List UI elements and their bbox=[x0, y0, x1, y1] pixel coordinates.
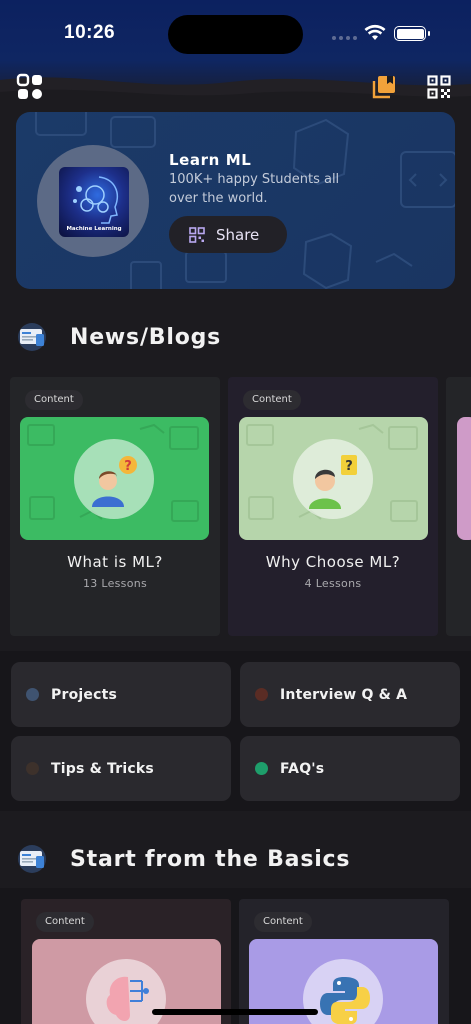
faqs-label: FAQ's bbox=[280, 760, 325, 777]
projects-link[interactable]: Projects bbox=[11, 662, 231, 727]
faqs-dot-icon bbox=[255, 762, 268, 775]
basics-section-header: Start from the Basics bbox=[16, 842, 350, 876]
tips-dot-icon bbox=[26, 762, 39, 775]
svg-text:?: ? bbox=[124, 459, 132, 474]
news-card-title: Why Choose ML? bbox=[265, 553, 401, 571]
news-card[interactable]: Content ? Why Choose ML? 4 Lessons bbox=[228, 377, 438, 636]
course-logo-caption: Machine Learning bbox=[66, 226, 122, 232]
python-logo-icon bbox=[320, 977, 370, 1024]
bookmarks-button[interactable] bbox=[367, 70, 401, 104]
news-card-lessons: 13 Lessons bbox=[82, 577, 148, 590]
interview-dot-icon bbox=[255, 688, 268, 701]
interview-qa-link[interactable]: Interview Q & A bbox=[240, 662, 460, 727]
dynamic-island bbox=[168, 15, 303, 54]
content-chip: Content bbox=[243, 390, 301, 410]
content-chip: Content bbox=[36, 912, 94, 932]
news-card-thumbnail: ? bbox=[20, 417, 209, 540]
projects-dot-icon bbox=[26, 688, 39, 701]
projects-label: Projects bbox=[51, 686, 118, 703]
content-chip: Content bbox=[254, 912, 312, 932]
news-card-partial[interactable] bbox=[446, 377, 471, 636]
tips-tricks-label: Tips & Tricks bbox=[51, 760, 154, 777]
basics-section-icon bbox=[18, 845, 46, 873]
tips-tricks-link[interactable]: Tips & Tricks bbox=[11, 736, 231, 801]
signal-icon bbox=[332, 36, 357, 40]
confused-person-icon: ? bbox=[309, 455, 357, 509]
news-section-header: News/Blogs bbox=[16, 320, 221, 354]
basics-card[interactable]: Content bbox=[21, 899, 231, 1024]
bookmark-stack-icon bbox=[372, 76, 395, 99]
svg-text:?: ? bbox=[345, 459, 353, 474]
news-section-title: News/Blogs bbox=[70, 324, 222, 350]
home-indicator bbox=[152, 1009, 318, 1015]
apps-menu-button[interactable] bbox=[13, 70, 47, 104]
battery-icon bbox=[394, 26, 430, 41]
course-title: Learn ML bbox=[169, 151, 252, 169]
news-section-icon bbox=[18, 323, 46, 351]
news-card-lessons: 4 Lessons bbox=[304, 577, 362, 590]
basics-section-title: Start from the Basics bbox=[70, 846, 351, 872]
interview-qa-label: Interview Q & A bbox=[280, 686, 408, 703]
course-hero-card[interactable]: Machine Learning Learn ML 100K+ happy St… bbox=[16, 112, 455, 289]
ai-brain-icon bbox=[106, 976, 149, 1021]
news-card[interactable]: Content ? What is ML? 13 Lessons bbox=[10, 377, 220, 636]
share-button[interactable]: Share bbox=[169, 216, 287, 253]
student-question-icon: ? bbox=[92, 456, 137, 507]
grid-apps-icon bbox=[16, 73, 42, 99]
faqs-link[interactable]: FAQ's bbox=[240, 736, 460, 801]
news-card-thumbnail bbox=[457, 417, 471, 540]
basics-card[interactable]: Content bbox=[239, 899, 449, 1024]
course-subtitle: 100K+ happy Students all over the world. bbox=[169, 172, 340, 206]
news-card-title: What is ML? bbox=[67, 553, 163, 571]
content-chip: Content bbox=[25, 390, 83, 410]
qr-share-icon bbox=[189, 226, 205, 243]
share-label: Share bbox=[216, 225, 260, 244]
qr-code-icon bbox=[427, 75, 451, 99]
qr-scan-button[interactable] bbox=[422, 70, 456, 104]
wifi-icon bbox=[364, 24, 386, 40]
status-time: 10:26 bbox=[64, 22, 116, 43]
course-logo-image: Machine Learning bbox=[59, 167, 129, 237]
news-card-thumbnail: ? bbox=[239, 417, 428, 540]
